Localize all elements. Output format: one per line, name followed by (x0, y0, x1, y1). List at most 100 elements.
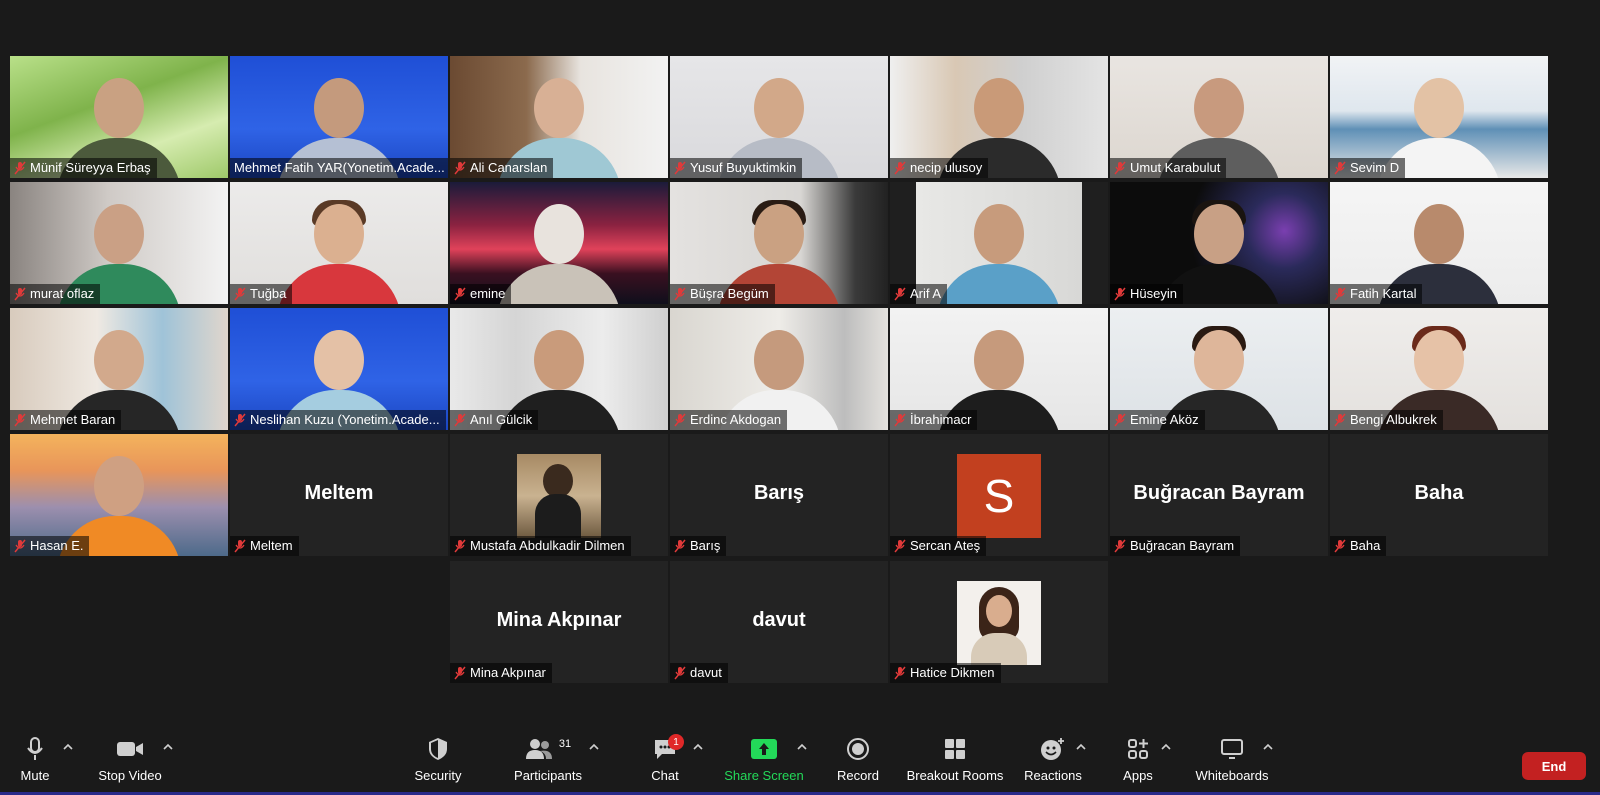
mic-muted-icon (454, 666, 466, 680)
participant-name-label: necip ulusoy (890, 158, 989, 178)
video-tile[interactable]: Mehmet Baran (10, 308, 228, 430)
video-tile[interactable]: İbrahimacr (890, 308, 1108, 430)
video-tile[interactable]: Münif Süreyya Erbaş (10, 56, 228, 178)
video-tile[interactable]: necip ulusoy (890, 56, 1108, 178)
mic-muted-icon (234, 413, 246, 427)
participant-name-label: Münif Süreyya Erbaş (10, 158, 157, 178)
participant-name-label: Mustafa Abdulkadir Dilmen (450, 536, 631, 556)
video-tile[interactable]: Ali Canarslan (450, 56, 668, 178)
share-screen-button[interactable]: Share Screen (724, 732, 804, 792)
mic-muted-icon (234, 539, 246, 553)
apps-icon (1128, 739, 1148, 759)
video-tile-active-speaker[interactable]: Mehmet Fatih YAR(Yonetim.Acade... (230, 56, 448, 178)
participant-name-label: Emine Aköz (1110, 410, 1205, 430)
video-tile-camera-off[interactable]: S Sercan Ateş (890, 434, 1108, 556)
video-tile[interactable]: Yusuf Buyuktimkin (670, 56, 888, 178)
video-tile[interactable]: Neslihan Kuzu (Yonetim.Acade... (230, 308, 448, 430)
mic-muted-icon (234, 287, 246, 301)
video-tile-camera-off[interactable]: Barış Barış (670, 434, 888, 556)
reactions-options-chevron-up-icon[interactable] (1075, 742, 1087, 752)
breakout-rooms-grid-icon (945, 739, 965, 759)
video-tile[interactable]: Büşra Begüm (670, 182, 888, 304)
video-tile[interactable]: Emine Aköz (1110, 308, 1328, 430)
video-tile[interactable]: emine (450, 182, 668, 304)
participant-name-label: Hasan E. (10, 536, 90, 556)
participant-name-label: davut (670, 663, 728, 683)
participant-display-name: Barış (753, 482, 805, 504)
record-button[interactable]: Record (834, 732, 882, 792)
whiteboards-options-chevron-up-icon[interactable] (1262, 742, 1274, 752)
participant-name-label: Mina Akpınar (450, 663, 552, 683)
participant-name-label: murat oflaz (10, 284, 101, 304)
participant-name-label: Neslihan Kuzu (Yonetim.Acade... (230, 410, 446, 430)
share-options-chevron-up-icon[interactable] (796, 742, 808, 752)
mic-muted-icon (894, 666, 906, 680)
mic-muted-icon (674, 413, 686, 427)
participant-name-label: Sercan Ateş (890, 536, 987, 556)
video-tile[interactable]: Fatih Kartal (1330, 182, 1548, 304)
video-tile[interactable]: Erdinc Akdogan (670, 308, 888, 430)
video-tile[interactable]: Anıl Gülcik (450, 308, 668, 430)
end-meeting-button[interactable]: End (1522, 752, 1586, 780)
participant-name-label: Hüseyin (1110, 284, 1183, 304)
video-options-chevron-up-icon[interactable] (162, 742, 174, 752)
people-icon (525, 739, 552, 759)
video-tile-camera-off[interactable]: Buğracan Bayram Buğracan Bayram (1110, 434, 1328, 556)
shield-icon (429, 738, 447, 760)
participant-name-label: Hatice Dikmen (890, 663, 1001, 683)
mic-muted-icon (14, 161, 26, 175)
record-icon (847, 738, 869, 760)
video-camera-icon (117, 742, 143, 756)
mic-muted-icon (1114, 413, 1126, 427)
mic-muted-icon (1114, 287, 1126, 301)
mic-muted-icon (14, 413, 26, 427)
mic-muted-icon (454, 539, 466, 553)
mic-muted-icon (1114, 539, 1126, 553)
video-tile[interactable]: Hüseyin (1110, 182, 1328, 304)
participant-name-label: Bengi Albukrek (1330, 410, 1443, 430)
participant-name-label: Ali Canarslan (450, 158, 554, 178)
stop-video-button[interactable]: Stop Video (98, 732, 162, 792)
mic-muted-icon (454, 287, 466, 301)
whiteboards-button[interactable]: Whiteboards (1192, 732, 1272, 792)
mic-muted-icon (674, 539, 686, 553)
video-tile[interactable]: Hasan E. (10, 434, 228, 556)
video-tile[interactable]: Umut Karabulut (1110, 56, 1328, 178)
chat-options-chevron-up-icon[interactable] (692, 742, 704, 752)
mic-muted-icon (1334, 413, 1346, 427)
video-tile[interactable]: Arif A (890, 182, 1108, 304)
apps-button[interactable]: Apps (1120, 732, 1156, 792)
video-tile-camera-off[interactable]: Hatice Dikmen (890, 561, 1108, 683)
participants-button[interactable]: 31 Participants (512, 732, 584, 792)
mic-muted-icon (1114, 161, 1126, 175)
video-tile-camera-off[interactable]: Mina Akpınar Mina Akpınar (450, 561, 668, 683)
security-button[interactable]: Security (412, 732, 464, 792)
mic-muted-icon (674, 287, 686, 301)
apps-options-chevron-up-icon[interactable] (1160, 742, 1172, 752)
participant-name-label: Fatih Kartal (1330, 284, 1423, 304)
breakout-rooms-button[interactable]: Breakout Rooms (906, 732, 1004, 792)
participant-name-label: Büşra Begüm (670, 284, 775, 304)
mic-muted-icon (894, 413, 906, 427)
video-tile-camera-off[interactable]: Mustafa Abdulkadir Dilmen (450, 434, 668, 556)
video-tile-camera-off[interactable]: Meltem Meltem (230, 434, 448, 556)
participant-name-label: Barış (670, 536, 727, 556)
participant-display-name: Mina Akpınar (496, 609, 622, 631)
participant-name-label: Yusuf Buyuktimkin (670, 158, 803, 178)
participant-display-name: Baha (1414, 482, 1464, 504)
chat-button[interactable]: Chat 1 (638, 732, 692, 792)
reactions-button[interactable]: Reactions (1024, 732, 1082, 792)
video-gallery: Münif Süreyya Erbaş Mehmet Fatih YAR(Yon… (0, 0, 1600, 710)
video-tile[interactable]: murat oflaz (10, 182, 228, 304)
mic-muted-icon (674, 666, 686, 680)
video-tile[interactable]: Bengi Albukrek (1330, 308, 1548, 430)
video-tile[interactable]: Sevim D (1330, 56, 1548, 178)
participants-options-chevron-up-icon[interactable] (588, 742, 600, 752)
video-tile-camera-off[interactable]: davut davut (670, 561, 888, 683)
video-tile[interactable]: Tuğba (230, 182, 448, 304)
mic-muted-icon (894, 287, 906, 301)
mute-button[interactable]: Mute (14, 732, 56, 792)
mute-options-chevron-up-icon[interactable] (62, 742, 74, 752)
video-tile-camera-off[interactable]: Baha Baha (1330, 434, 1548, 556)
participant-name-label: Buğracan Bayram (1110, 536, 1241, 556)
